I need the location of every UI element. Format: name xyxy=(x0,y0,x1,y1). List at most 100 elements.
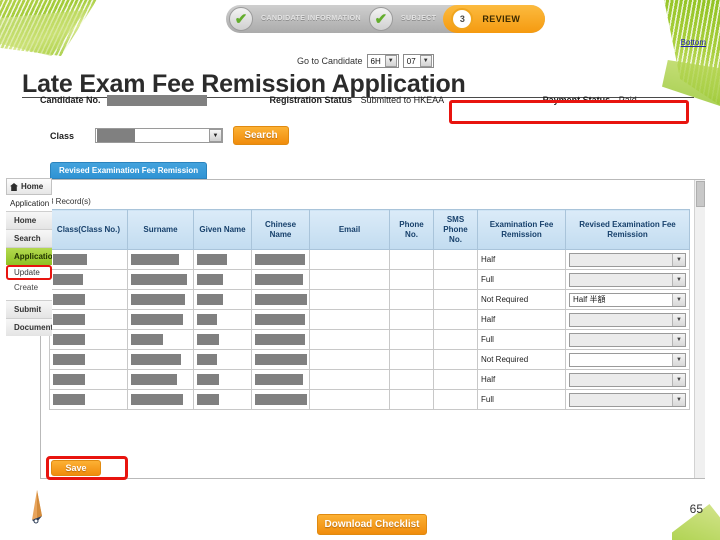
revised-remission-select[interactable]: Half 半額 ▼ xyxy=(569,292,686,307)
cell-sms-phone-no xyxy=(433,329,478,350)
redacted-value xyxy=(53,254,87,265)
page-number: 65 xyxy=(689,502,703,516)
left-navigation: Home Application HomeSearchApplicationUp… xyxy=(6,178,52,336)
panel-scrollbar[interactable] xyxy=(694,180,705,478)
cell-sms-phone-no xyxy=(433,349,478,370)
step-review[interactable]: 3 REVIEW xyxy=(443,5,546,33)
goto-candidate-label: Go to Candidate xyxy=(297,56,363,66)
class-select[interactable]: ▼ xyxy=(95,128,223,143)
cell-email xyxy=(309,329,390,350)
tab-revised-examination-fee-remission[interactable]: Revised Examination Fee Remission xyxy=(50,162,208,179)
redacted-value xyxy=(197,254,227,265)
cell-email xyxy=(309,369,390,390)
cell-revised-exam-fee-remission: ▼ xyxy=(565,309,690,330)
revised-remission-select: ▼ xyxy=(569,272,686,287)
redacted-value xyxy=(131,294,185,305)
home-icon xyxy=(10,182,18,191)
col-given-name[interactable]: Given Name xyxy=(193,209,252,250)
cell-class-class-no xyxy=(49,309,128,330)
cell-chinese-name xyxy=(251,309,310,330)
table-row: Half ▼ xyxy=(49,369,690,390)
cell-sms-phone-no xyxy=(433,389,478,410)
scrollbar-thumb[interactable] xyxy=(696,181,705,207)
cell-sms-phone-no xyxy=(433,309,478,330)
revised-remission-value: Half 半額 xyxy=(573,295,606,304)
nav-item-application[interactable]: Application xyxy=(6,247,52,265)
cell-given-name xyxy=(193,269,252,290)
cell-given-name xyxy=(193,349,252,370)
cell-exam-fee-remission: Half xyxy=(477,309,566,330)
save-button[interactable]: Save xyxy=(51,460,101,476)
cell-chinese-name xyxy=(251,369,310,390)
cell-email xyxy=(309,289,390,310)
bottom-anchor-link[interactable]: Bottom xyxy=(681,38,706,47)
class-search-row: Class ▼ Search xyxy=(50,126,289,145)
redacted-value xyxy=(131,314,183,325)
record-count: 8 Record(s) xyxy=(49,197,91,206)
cell-exam-fee-remission: Full xyxy=(477,389,566,410)
redacted-value xyxy=(255,274,303,285)
table-row: Full ▼ xyxy=(49,389,690,410)
revised-remission-select: ▼ xyxy=(569,252,686,267)
nav-item-search[interactable]: Search xyxy=(6,229,52,247)
download-checklist-button[interactable]: Download Checklist xyxy=(317,514,427,535)
col-email[interactable]: Email xyxy=(309,209,390,250)
cell-sms-phone-no xyxy=(433,269,478,290)
cell-class-class-no xyxy=(49,349,128,370)
col-sms-phone-no[interactable]: SMS Phone No. xyxy=(433,209,478,250)
cell-phone-no xyxy=(389,349,434,370)
registration-status-label: Registration Status xyxy=(269,95,353,105)
redacted-value xyxy=(255,374,303,385)
revised-remission-select[interactable]: ▼ xyxy=(569,352,686,367)
table-row: Not Required ▼ xyxy=(49,349,690,370)
cell-email xyxy=(309,269,390,290)
col-revised-exam-fee-remission[interactable]: Revised Examination Fee Remission xyxy=(565,209,690,250)
col-phone-no[interactable]: Phone No. xyxy=(389,209,434,250)
chevron-down-icon: ▼ xyxy=(672,373,685,386)
class-value-redacted xyxy=(97,129,135,142)
candidate-no-value-redacted xyxy=(107,95,208,107)
nav-item-document[interactable]: Document xyxy=(6,318,52,336)
nav-item-submit[interactable]: Submit xyxy=(6,300,52,318)
col-class-class-no[interactable]: Class(Class No.) xyxy=(49,209,128,250)
step-subject-label[interactable]: SUBJECT xyxy=(394,15,443,23)
revised-remission-select: ▼ xyxy=(569,332,686,347)
cell-phone-no xyxy=(389,369,434,390)
nav-home-label: Home xyxy=(21,182,44,191)
col-exam-fee-remission[interactable]: Examination Fee Remission xyxy=(477,209,566,250)
goto-candidate-class-select[interactable]: 6H ▼ xyxy=(366,54,399,68)
nav-item-update[interactable]: Update xyxy=(6,265,52,280)
table-body: Half ▼ Full ▼ Not Required Half 半額 ▼ Half ▼ Full ▼… xyxy=(49,249,690,410)
candidate-no-label: Candidate No. xyxy=(40,95,101,105)
cell-surname xyxy=(127,249,194,270)
redacted-value xyxy=(197,294,223,305)
step-review-label: REVIEW xyxy=(482,14,521,24)
registration-status-value: Submitted to HKEAA xyxy=(360,95,445,105)
table-row: Full ▼ xyxy=(49,269,690,290)
cell-revised-exam-fee-remission: ▼ xyxy=(565,269,690,290)
col-surname[interactable]: Surname xyxy=(127,209,194,250)
cell-chinese-name xyxy=(251,349,310,370)
search-button[interactable]: Search xyxy=(233,126,289,145)
nav-item-create[interactable]: Create xyxy=(6,280,52,295)
cell-sms-phone-no xyxy=(433,249,478,270)
redacted-value xyxy=(131,374,177,385)
step-candidate-information-label[interactable]: CANDIDATE INFORMATION xyxy=(254,15,368,23)
cell-revised-exam-fee-remission: Half 半額 ▼ xyxy=(565,289,690,310)
redacted-value xyxy=(197,274,223,285)
cell-email xyxy=(309,349,390,370)
wizard-progress: ✔ CANDIDATE INFORMATION ✔ SUBJECT 3 REVI… xyxy=(226,4,546,34)
col-chinese-name[interactable]: Chinese Name xyxy=(251,209,310,250)
class-label: Class xyxy=(50,130,75,141)
cell-chinese-name xyxy=(251,289,310,310)
table-row: Full ▼ xyxy=(49,329,690,350)
redacted-value xyxy=(255,394,307,405)
cell-given-name xyxy=(193,369,252,390)
nav-home[interactable]: Home xyxy=(6,178,52,195)
cell-surname xyxy=(127,349,194,370)
payment-status-value: Paid xyxy=(618,95,637,105)
cell-surname xyxy=(127,269,194,290)
cell-exam-fee-remission: Full xyxy=(477,269,566,290)
nav-item-home[interactable]: Home xyxy=(6,211,52,229)
goto-candidate-number-select[interactable]: 07 ▼ xyxy=(402,54,434,68)
